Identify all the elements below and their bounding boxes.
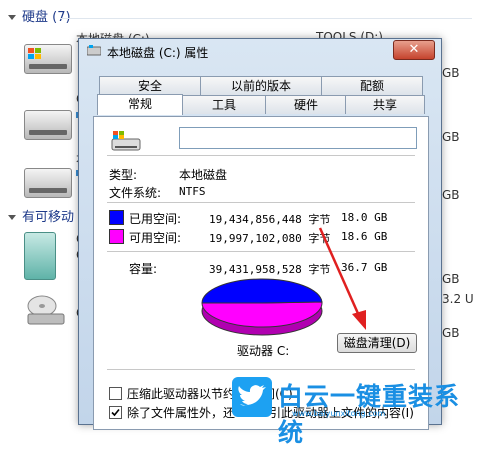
tab-hardware[interactable]: 硬件 [265,95,347,114]
section-removable[interactable]: 有可移动 [8,206,74,225]
windows-logo-icon [28,48,42,60]
index-label: 除了文件属性外，还 [127,406,236,420]
tab-previous-versions[interactable]: 以前的版本 [200,76,322,95]
drive-size-text: 3.2 U [442,292,474,306]
tab-tools[interactable]: 工具 [181,95,267,114]
used-space-swatch [109,210,124,225]
drive-size-text: GB [442,326,460,340]
properties-dialog: 本地磁盘 (C:) 属性 ✕ 安全 以前的版本 配额 常规 工具 硬件 共享 类… [78,38,442,430]
hard-drive-icon[interactable] [24,168,72,198]
section-divider [60,18,472,19]
volume-name-input[interactable] [179,127,417,149]
tab-sharing[interactable]: 共享 [345,95,425,114]
type-value: 本地磁盘 [179,168,228,182]
drive-size-text: GB [442,130,460,144]
drive-size-text: GB [442,272,460,286]
filesystem-value: NTFS [179,185,206,198]
type-label: 类型: [109,168,138,182]
tab-security[interactable]: 安全 [99,76,201,95]
drive-size-text: GB [442,188,460,202]
drive-letter-label: 驱动器 C: [237,344,290,358]
compress-checkbox[interactable] [109,387,122,400]
dialog-titlebar[interactable]: 本地磁盘 (C:) 属性 ✕ [79,39,441,63]
removable-drive-icon[interactable] [24,232,56,280]
used-space-label: 已用空间: [129,212,182,226]
annotation-arrow [318,227,366,330]
drive-icon [111,131,141,151]
dialog-title: 本地磁盘 (C:) 属性 [107,46,209,60]
capacity-label: 容量: [129,262,158,276]
drive-title-icon [86,45,102,56]
pie-used-slice [201,278,323,304]
windows-drive-icon[interactable] [24,44,72,74]
section-removable-label: 有可移动 [22,210,75,225]
disk-usage-pie [201,278,323,336]
collapse-arrow-icon[interactable] [8,15,16,20]
cd-drive-icon[interactable] [24,294,68,326]
drive-size-text: GB [442,66,460,80]
divider [107,202,415,203]
hard-drive-icon[interactable] [24,110,72,140]
collapse-arrow-icon[interactable] [8,215,16,220]
free-space-swatch [109,229,124,244]
checkmark-icon [111,408,120,417]
watermark-logo: 白云一键重装系统 www.baiyunxitong.com [232,375,472,447]
index-checkbox[interactable] [109,406,122,419]
filesystem-label: 文件系统: [109,186,162,200]
tab-general[interactable]: 常规 [97,94,183,115]
twitter-bird-icon [232,377,272,417]
disk-cleanup-button[interactable]: 磁盘清理(D) [337,333,417,353]
divider [107,155,415,156]
compress-label: 压缩此驱动器以节约 [127,387,236,401]
tab-quota[interactable]: 配额 [321,76,423,95]
close-button[interactable]: ✕ [393,40,435,60]
free-space-label: 可用空间: [129,231,182,245]
section-hard-disks[interactable]: 硬盘 (7) [8,6,71,25]
watermark-url: www.baiyunxitong.com [292,409,386,418]
divider [107,369,415,370]
